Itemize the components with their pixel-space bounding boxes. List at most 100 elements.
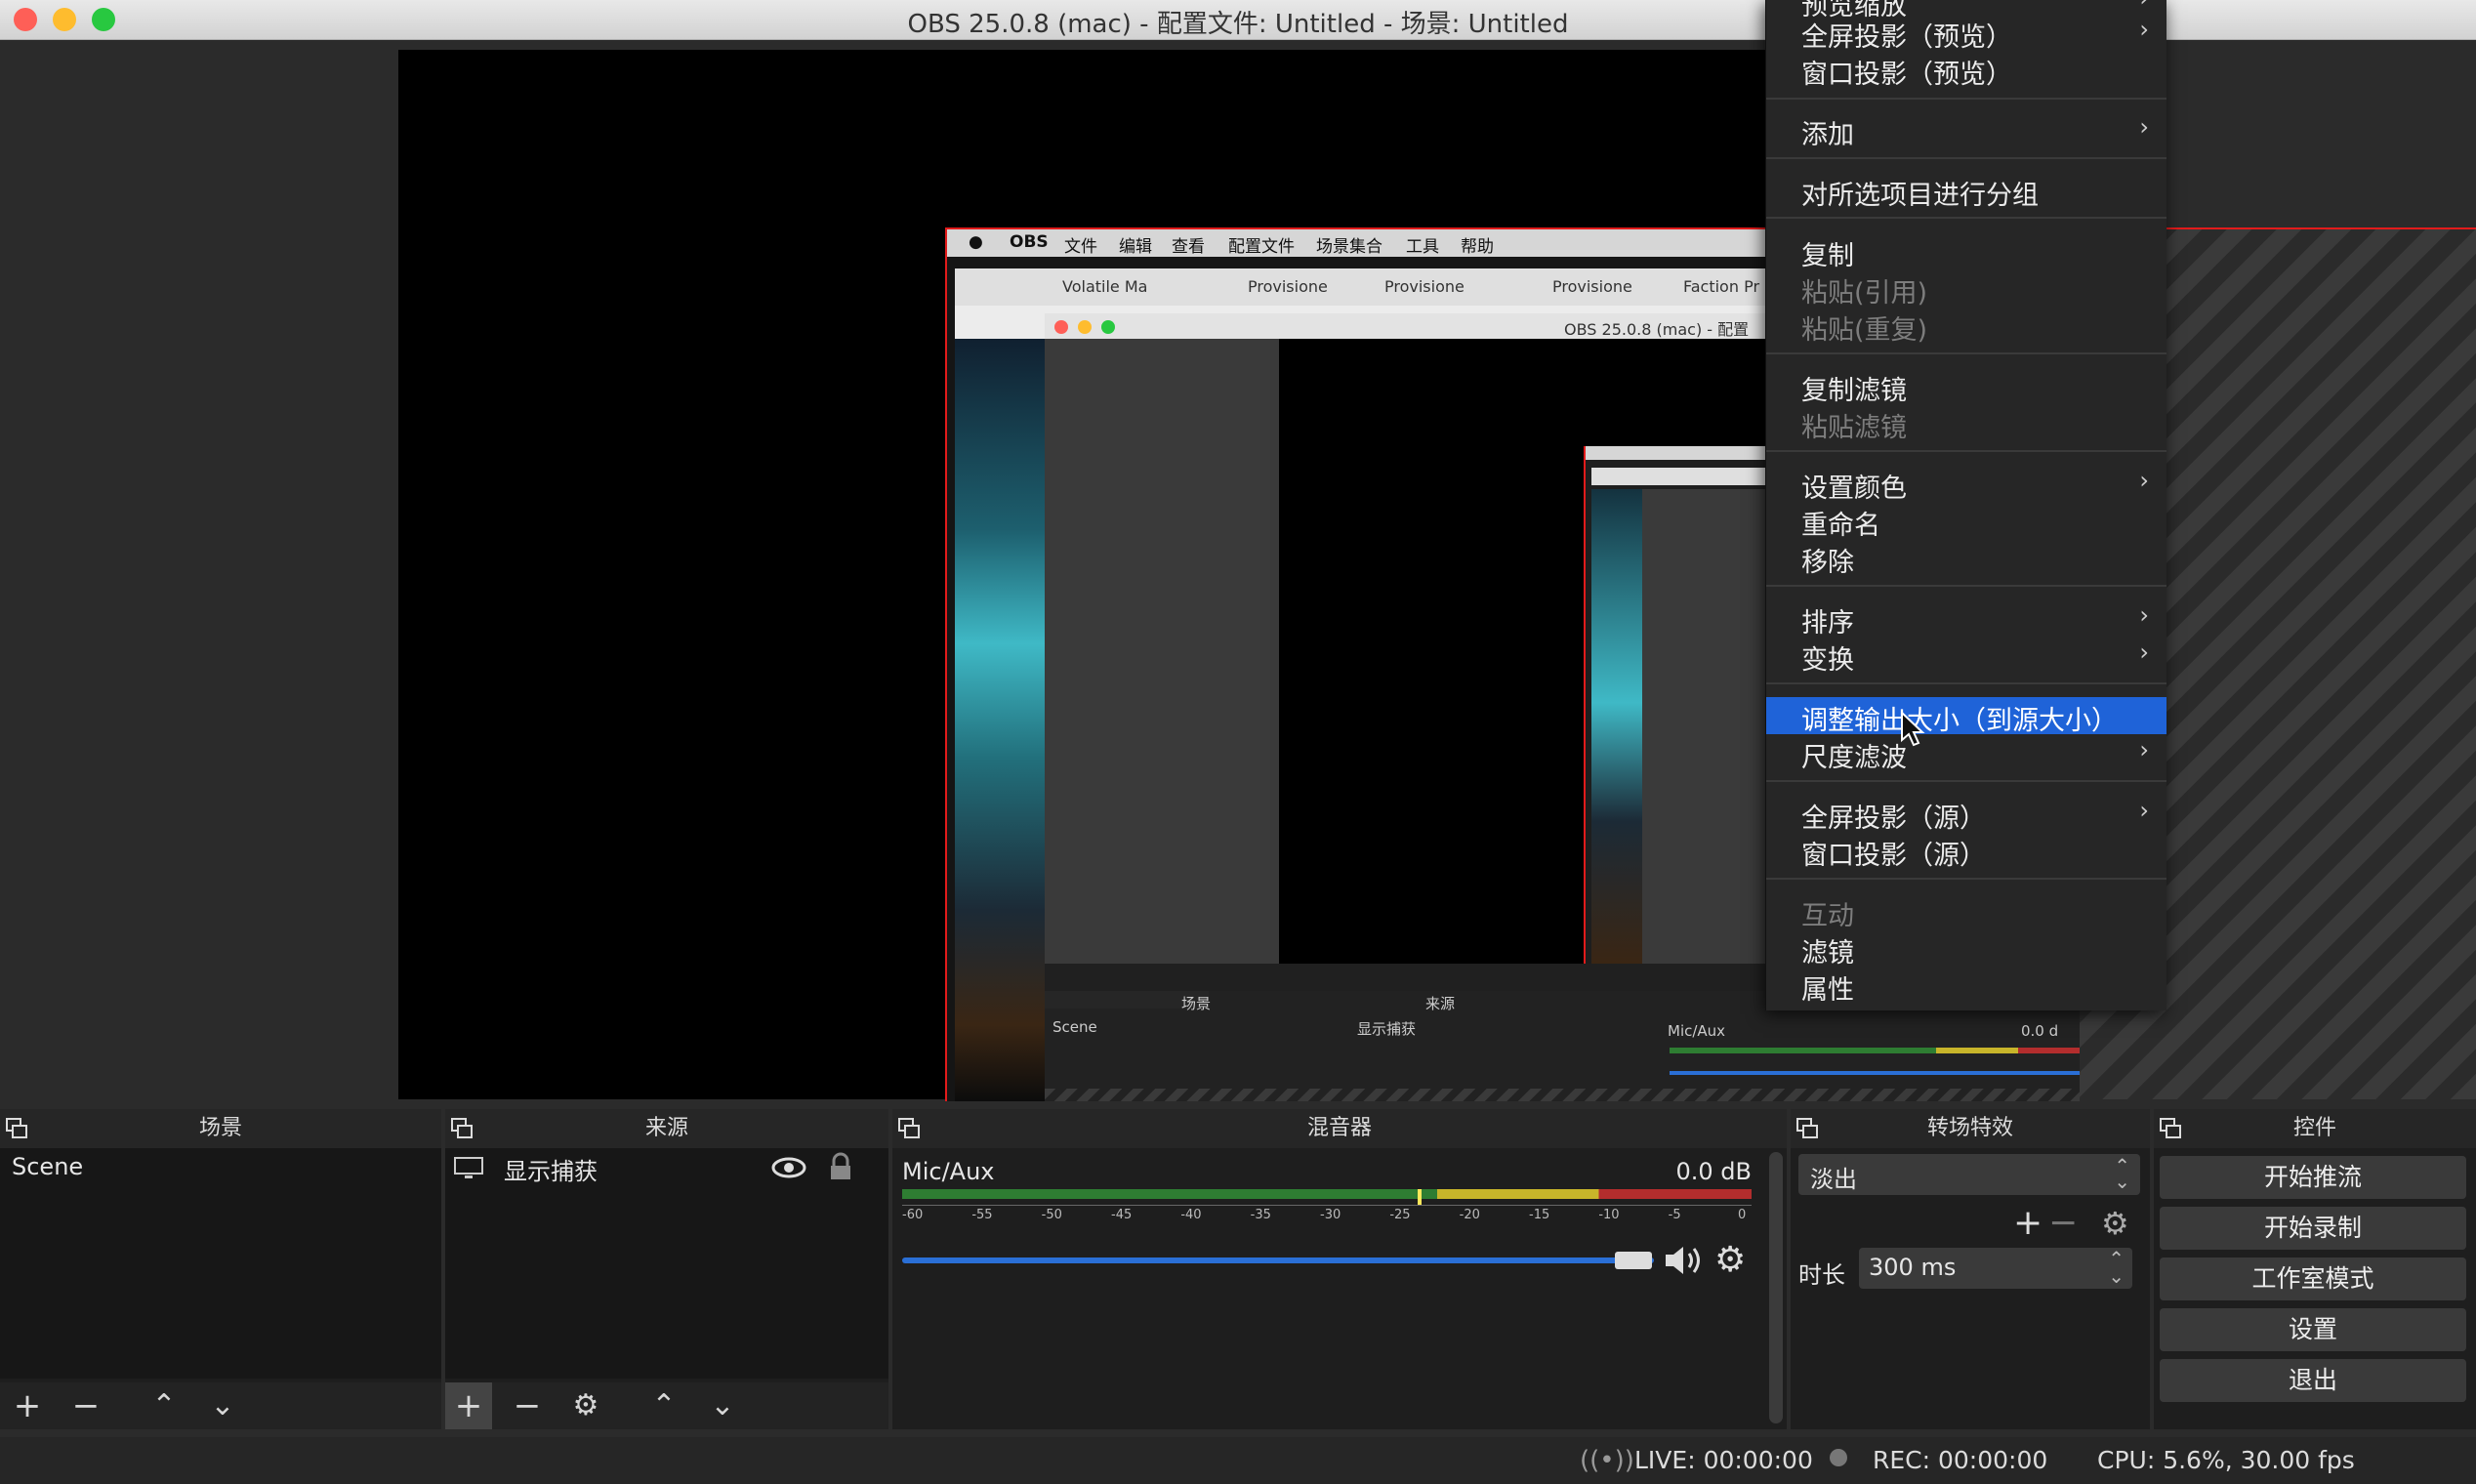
menu-item-interact[interactable]: 互动 — [1766, 892, 2166, 931]
menu-item-set-color[interactable]: 设置颜色 › — [1766, 465, 2166, 504]
transition-select[interactable]: 淡出 ⌃ ⌄ — [1798, 1154, 2140, 1195]
menu-item-filters[interactable]: 滤镜 — [1766, 929, 2166, 969]
menu-item-windowed-projector-preview[interactable]: 窗口投影（预览） — [1766, 51, 2166, 90]
record-dot-icon — [1830, 1449, 1847, 1466]
volume-scale: -60 -55 -50 -45 -40 -35 -30 -25 -20 -15 -10 -5 0 — [902, 1205, 1752, 1225]
captured-tab: Provisione — [1384, 277, 1465, 296]
menu-item-paste-filters[interactable]: 粘贴滤镜 — [1766, 404, 2166, 443]
volume-scale-tick: -30 — [1320, 1208, 1341, 1222]
captured-scene-item: Scene — [1052, 1018, 1097, 1036]
menu-item-properties[interactable]: 属性 — [1766, 967, 2166, 1006]
scenes-dock-title: 场景 — [198, 1116, 242, 1140]
updown-chevron-icon: ⌃ ⌄ — [2114, 1154, 2130, 1193]
volume-peak-marker — [1418, 1189, 1422, 1205]
captured-scenes-title: 场景 — [1181, 995, 1212, 1012]
rec-timer: REC: 00:00:00 — [1873, 1446, 2048, 1474]
scene-item[interactable]: Scene — [0, 1148, 441, 1185]
pointer-cursor-icon — [1901, 711, 1925, 747]
source-properties-gear-icon[interactable]: ⚙ — [562, 1382, 609, 1429]
sources-list[interactable]: 显示捕获 — [445, 1148, 888, 1379]
lock-icon[interactable] — [828, 1152, 853, 1181]
captured-mixer-track: Mic/Aux — [1668, 1022, 1726, 1040]
menu-item-rename[interactable]: 重命名 — [1766, 502, 2166, 541]
remove-source-button[interactable]: − — [504, 1382, 551, 1429]
live-timer: LIVE: 00:00:00 — [1634, 1446, 1813, 1474]
sources-dock: 来源 显示捕获 + − ⚙ ⌃ ⌄ — [445, 1109, 888, 1429]
mixer-track-name: Mic/Aux — [902, 1158, 995, 1185]
transitions-dock: 转场特效 淡出 ⌃ ⌄ + − ⚙ 时长 300 ms ⌃ ⌄ — [1791, 1109, 2150, 1429]
move-scene-down-button[interactable]: ⌄ — [199, 1382, 246, 1429]
controls-dock-title: 控件 — [2292, 1116, 2336, 1140]
captured-source-item: 显示捕获 — [1357, 1020, 1417, 1038]
start-streaming-button[interactable]: 开始推流 — [2160, 1156, 2466, 1199]
menu-item-resize-output-to-source[interactable]: 调整输出大小（到源大小） — [1766, 697, 2166, 736]
duration-label: 时长 — [1798, 1261, 1845, 1289]
chevron-right-icon: › — [2139, 736, 2149, 763]
add-transition-button[interactable]: + — [2013, 1203, 2043, 1243]
move-source-down-button[interactable]: ⌄ — [699, 1382, 746, 1429]
float-icon[interactable] — [451, 1118, 473, 1139]
menu-item-copy-filters[interactable]: 复制滤镜 — [1766, 367, 2166, 406]
volume-scale-tick: -25 — [1389, 1208, 1411, 1222]
mixer-gear-icon[interactable]: ⚙ — [1714, 1240, 1746, 1280]
menu-item-order[interactable]: 排序 › — [1766, 599, 2166, 639]
settings-button[interactable]: 设置 — [2160, 1308, 2466, 1351]
scenes-list[interactable]: Scene — [0, 1148, 441, 1379]
remove-scene-button[interactable]: − — [62, 1382, 109, 1429]
captured-menu-view: 查看 — [1172, 237, 1205, 257]
transition-gear-icon[interactable]: ⚙ — [2101, 1205, 2129, 1242]
sources-dock-title: 来源 — [644, 1116, 688, 1140]
eye-icon[interactable] — [771, 1156, 806, 1179]
captured-tab: Faction Pr — [1683, 277, 1760, 296]
menu-item-windowed-projector-source[interactable]: 窗口投影（源） — [1766, 832, 2166, 871]
duration-spinbox[interactable]: 300 ms ⌃ ⌄ — [1859, 1248, 2132, 1289]
captured-sources-title: 来源 — [1425, 995, 1456, 1012]
add-source-button[interactable]: + — [445, 1382, 492, 1429]
menu-item-scale-filtering[interactable]: 尺度滤波 › — [1766, 734, 2166, 773]
chevron-right-icon: › — [2139, 113, 2149, 141]
speaker-icon[interactable] — [1664, 1244, 1707, 1277]
transitions-dock-title: 转场特效 — [1926, 1116, 2013, 1140]
menu-item-add[interactable]: 添加 › — [1766, 111, 2166, 150]
stepper-icon[interactable]: ⌃ ⌄ — [2108, 1249, 2125, 1286]
scenes-dock: 场景 Scene + − ⌃ ⌄ — [0, 1109, 441, 1429]
chevron-right-icon: › — [2139, 601, 2149, 629]
volume-scale-tick: -5 — [1668, 1208, 1681, 1222]
menu-item-group-selected[interactable]: 对所选项目进行分组 — [1766, 172, 2166, 211]
menu-item-fullscreen-projector-source[interactable]: 全屏投影（源） › — [1766, 795, 2166, 834]
volume-slider[interactable] — [902, 1257, 1654, 1263]
volume-slider-handle[interactable] — [1615, 1252, 1652, 1269]
captured-tab: Volatile Ma — [1062, 277, 1148, 296]
float-icon[interactable] — [1796, 1118, 1818, 1139]
context-menu: 预览缩放› 全屏投影（预览）› 窗口投影（预览） 添加› 对所选项目进行分组 复… — [1765, 0, 2166, 1010]
menu-item-remove[interactable]: 移除 — [1766, 539, 2166, 578]
menu-item-paste-reference[interactable]: 粘贴(引用) — [1766, 269, 2166, 309]
captured-tab: Provisione — [1552, 277, 1632, 296]
float-icon[interactable] — [2160, 1118, 2181, 1139]
transition-select-value: 淡出 — [1810, 1166, 1857, 1193]
captured-menu-obs: OBS — [1010, 232, 1049, 252]
captured-menu-profile: 配置文件 — [1228, 237, 1295, 257]
float-icon[interactable] — [6, 1118, 27, 1139]
add-scene-button[interactable]: + — [4, 1382, 51, 1429]
menu-item-copy[interactable]: 复制 — [1766, 232, 2166, 271]
remove-transition-button[interactable]: − — [2048, 1203, 2078, 1243]
menu-item-paste-duplicate[interactable]: 粘贴(重复) — [1766, 307, 2166, 346]
mixer-dock: 混音器 Mic/Aux 0.0 dB -60 -55 -50 -45 -40 -35 -30… — [892, 1109, 1787, 1429]
menu-item-fullscreen-projector-preview[interactable]: 全屏投影（预览） › — [1766, 14, 2166, 53]
move-source-up-button[interactable]: ⌃ — [640, 1382, 687, 1429]
mixer-scrollbar[interactable] — [1769, 1152, 1783, 1423]
start-recording-button[interactable]: 开始录制 — [2160, 1207, 2466, 1250]
captured-menu-file: 文件 — [1064, 237, 1097, 257]
volume-scale-tick: -15 — [1529, 1208, 1550, 1222]
captured-menu-scene-collection: 场景集合 — [1316, 237, 1382, 257]
volume-scale-tick: -55 — [971, 1208, 993, 1222]
float-icon[interactable] — [898, 1118, 920, 1139]
volume-scale-tick: -20 — [1459, 1208, 1480, 1222]
captured-menu-edit: 编辑 — [1119, 237, 1152, 257]
studio-mode-button[interactable]: 工作室模式 — [2160, 1257, 2466, 1300]
source-item[interactable]: 显示捕获 — [445, 1148, 888, 1187]
menu-item-transform[interactable]: 变换 › — [1766, 637, 2166, 676]
move-scene-up-button[interactable]: ⌃ — [141, 1382, 187, 1429]
exit-button[interactable]: 退出 — [2160, 1359, 2466, 1402]
